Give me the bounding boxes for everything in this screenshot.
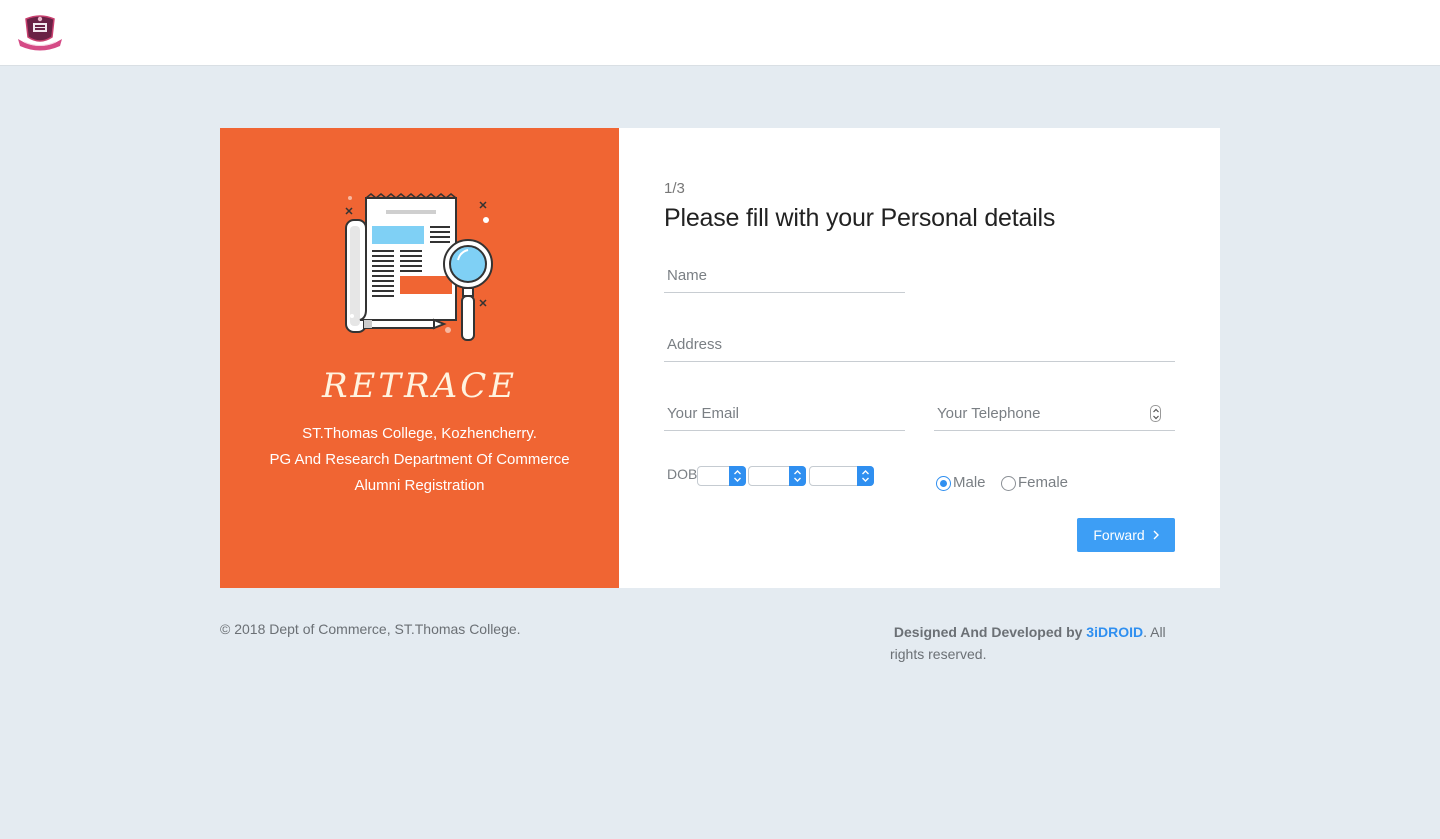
registration-card: RETRACE ST.Thomas College, Kozhencherry.… bbox=[220, 128, 1220, 588]
forward-button[interactable]: Forward bbox=[1077, 518, 1175, 552]
top-navbar bbox=[0, 0, 1440, 66]
chevron-right-icon bbox=[1153, 527, 1159, 543]
name-field bbox=[664, 259, 905, 293]
footer-copyright: © 2018 Dept of Commerce, ST.Thomas Colle… bbox=[220, 621, 521, 637]
form-title: Please fill with your Personal details bbox=[664, 204, 1056, 232]
dob-year-select[interactable] bbox=[809, 466, 874, 486]
college-crest-logo[interactable] bbox=[16, 13, 64, 51]
step-indicator: 1/3 bbox=[664, 180, 685, 197]
female-radio[interactable] bbox=[1001, 476, 1016, 491]
address-input[interactable] bbox=[664, 328, 1175, 361]
male-radio[interactable] bbox=[936, 476, 951, 491]
dob-month-select[interactable] bbox=[748, 466, 806, 486]
form-panel: 1/3 Please fill with your Personal detai… bbox=[664, 128, 1176, 588]
department-name: PG And Research Department Of Commerce bbox=[269, 451, 570, 468]
newspaper-search-illustration-icon bbox=[338, 190, 500, 350]
female-label: Female bbox=[1018, 474, 1069, 491]
male-label: Male bbox=[953, 474, 986, 491]
designed-by-text: Designed And Developed by bbox=[893, 624, 1083, 640]
branding-panel: RETRACE ST.Thomas College, Kozhencherry.… bbox=[220, 128, 619, 588]
telephone-field bbox=[934, 397, 1175, 431]
forward-label: Forward bbox=[1093, 527, 1145, 543]
email-input[interactable] bbox=[664, 397, 905, 430]
footer-credits: Designed And Developed by 3iDROID. All r… bbox=[890, 621, 1190, 665]
address-field bbox=[664, 328, 1175, 362]
app-brand-name: RETRACE bbox=[321, 366, 518, 406]
email-field bbox=[664, 397, 905, 431]
select-arrows-icon bbox=[857, 466, 874, 486]
telephone-stepper-icon[interactable] bbox=[1150, 405, 1161, 422]
name-input[interactable] bbox=[664, 259, 905, 292]
college-name: ST.Thomas College, Kozhencherry. bbox=[302, 425, 537, 442]
dob-day-select[interactable] bbox=[697, 466, 746, 486]
select-arrows-icon bbox=[789, 466, 806, 486]
telephone-input[interactable] bbox=[934, 397, 1175, 430]
developer-link[interactable]: 3iDROID bbox=[1086, 624, 1143, 640]
dob-label: DOB bbox=[667, 466, 698, 482]
select-arrows-icon bbox=[729, 466, 746, 486]
registration-purpose: Alumni Registration bbox=[354, 477, 485, 494]
